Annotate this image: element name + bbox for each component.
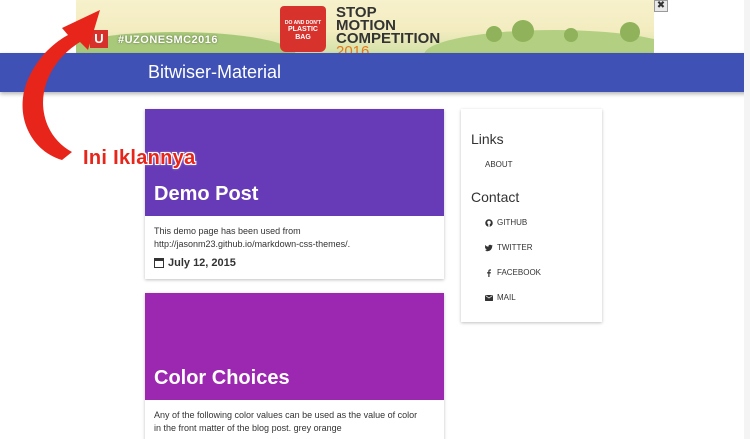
ad-hashtag: #UZONESMC2016 <box>118 34 219 46</box>
annotation-arrow-icon <box>22 10 100 160</box>
post-excerpt-line: in the front matter of the blog post. gr… <box>154 423 342 433</box>
sidebar-link-label: GITHUB <box>497 218 528 227</box>
calendar-icon <box>154 258 164 268</box>
sidebar-link-about[interactable]: ABOUT <box>485 160 513 169</box>
sidebar-link-facebook[interactable]: FACEBOOK <box>485 268 541 277</box>
sidebar-link-mail[interactable]: MAIL <box>485 293 516 302</box>
sidebar-link-github[interactable]: GITHUB <box>485 218 527 227</box>
ad-tree <box>564 28 578 42</box>
ad-tree <box>486 26 502 42</box>
post-date: July 12, 2015 <box>154 257 435 269</box>
twitter-icon <box>485 244 493 251</box>
sidebar-link-label: ABOUT <box>485 160 513 169</box>
ad-bag-big-text: PLASTIC BAG <box>288 26 318 41</box>
page-scrollbar[interactable] <box>744 0 750 439</box>
ad-title: STOP MOTION COMPETITION 2016 <box>336 5 440 56</box>
sidebar-link-label: FACEBOOK <box>497 268 542 277</box>
mail-icon <box>485 294 493 301</box>
post-excerpt-line: This demo page has been used from <box>154 226 301 236</box>
post-title[interactable]: Demo Post <box>154 183 258 206</box>
ad-tree <box>512 20 534 42</box>
post-card[interactable]: Demo Post This demo page has been used f… <box>145 109 444 279</box>
post-banner[interactable]: Color Choices <box>145 293 444 400</box>
post-title[interactable]: Color Choices <box>154 367 290 390</box>
ad-tree <box>620 22 640 42</box>
post-excerpt: This demo page has been used from http:/… <box>145 216 444 279</box>
ad-bag-image: DO AND DON'T PLASTIC BAG <box>280 6 326 52</box>
links-heading: Links <box>471 131 504 147</box>
github-icon <box>485 218 493 227</box>
post-excerpt-line: Any of the following color values can be… <box>154 410 418 420</box>
post-card[interactable]: Color Choices Any of the following color… <box>145 293 444 439</box>
sidebar-link-twitter[interactable]: TWITTER <box>485 243 533 252</box>
sidebar: Links ABOUT Contact GITHUB TWITTER FACEB… <box>461 109 602 322</box>
contact-heading: Contact <box>471 189 520 205</box>
post-date-text: July 12, 2015 <box>168 257 236 269</box>
post-excerpt-line: http://jasonm23.github.io/markdown-css-t… <box>154 239 351 249</box>
post-excerpt: Any of the following color values can be… <box>145 400 444 439</box>
sidebar-link-label: MAIL <box>497 293 516 302</box>
sidebar-link-label: TWITTER <box>497 243 533 252</box>
ad-banner[interactable]: U #UZONESMC2016 DO AND DON'T PLASTIC BAG… <box>76 0 654 56</box>
site-title[interactable]: Bitwiser-Material <box>148 62 281 83</box>
facebook-icon <box>487 268 491 277</box>
annotation-label: Ini Iklannya <box>83 147 196 169</box>
ad-close-button[interactable]: ✖ <box>654 0 668 12</box>
